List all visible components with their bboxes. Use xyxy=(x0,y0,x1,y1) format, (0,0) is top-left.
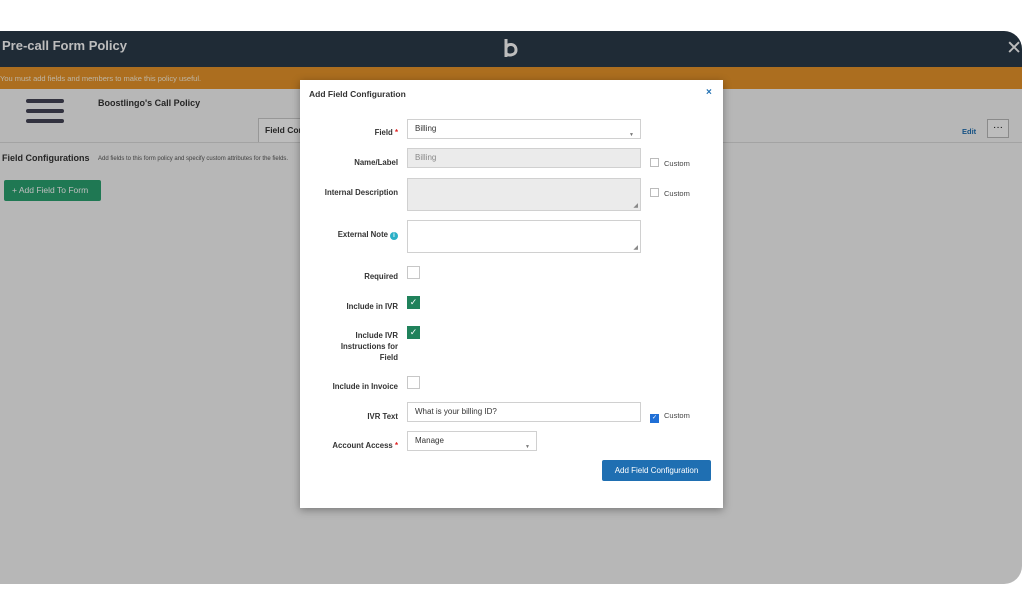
include-ivr-instructions-checkbox[interactable]: ✓ xyxy=(407,326,420,339)
include-ivr-checkbox[interactable]: ✓ xyxy=(407,296,420,309)
external-note-label: External Note i xyxy=(302,229,398,240)
add-field-configuration-button[interactable]: Add Field Configuration xyxy=(602,460,711,481)
field-label: Field * xyxy=(374,128,398,137)
modal-title: Add Field Configuration xyxy=(309,89,406,99)
include-invoice-label: Include in Invoice xyxy=(332,382,398,391)
account-access-label: Account Access * xyxy=(332,441,398,450)
checkbox-checked-icon: ✓ xyxy=(650,414,659,423)
include-ivr-label: Include in IVR xyxy=(346,302,398,311)
internal-description-textarea: ◢ xyxy=(407,178,641,211)
external-note-textarea[interactable]: ◢ xyxy=(407,220,641,253)
required-label: Required xyxy=(364,272,398,281)
ivr-text-label: IVR Text xyxy=(367,412,398,421)
resize-grip-icon: ◢ xyxy=(633,203,638,209)
internal-description-custom-checkbox[interactable]: Custom xyxy=(650,188,690,198)
required-mark: * xyxy=(394,128,398,137)
chevron-down-icon: ▼ xyxy=(525,444,530,450)
ivr-text-input[interactable]: What is your billing ID? xyxy=(407,402,641,422)
resize-grip-icon: ◢ xyxy=(633,245,638,251)
include-invoice-checkbox[interactable] xyxy=(407,376,420,389)
app-window: Pre-call Form Policy ✕ You must add fiel… xyxy=(0,31,1022,584)
ivr-text-custom-checkbox[interactable]: ✓ Custom xyxy=(650,411,690,423)
name-label-custom-checkbox[interactable]: Custom xyxy=(650,158,690,168)
checkbox-icon xyxy=(650,158,659,167)
name-label-label: Name/Label xyxy=(354,158,398,167)
internal-description-label: Internal Description xyxy=(324,188,398,197)
required-checkbox[interactable] xyxy=(407,266,420,279)
checkbox-icon xyxy=(650,188,659,197)
include-ivr-instructions-label: Include IVR Instructions for Field xyxy=(340,331,398,362)
field-select[interactable]: Billing ▼ xyxy=(407,119,641,139)
add-field-configuration-modal: Add Field Configuration × Field * Billin… xyxy=(300,80,723,508)
name-label-input: Billing xyxy=(407,148,641,168)
chevron-down-icon: ▼ xyxy=(629,132,634,138)
account-access-select[interactable]: Manage ▼ xyxy=(407,431,537,451)
info-icon[interactable]: i xyxy=(390,232,398,240)
required-mark: * xyxy=(394,441,398,450)
modal-close-icon[interactable]: × xyxy=(706,87,712,98)
